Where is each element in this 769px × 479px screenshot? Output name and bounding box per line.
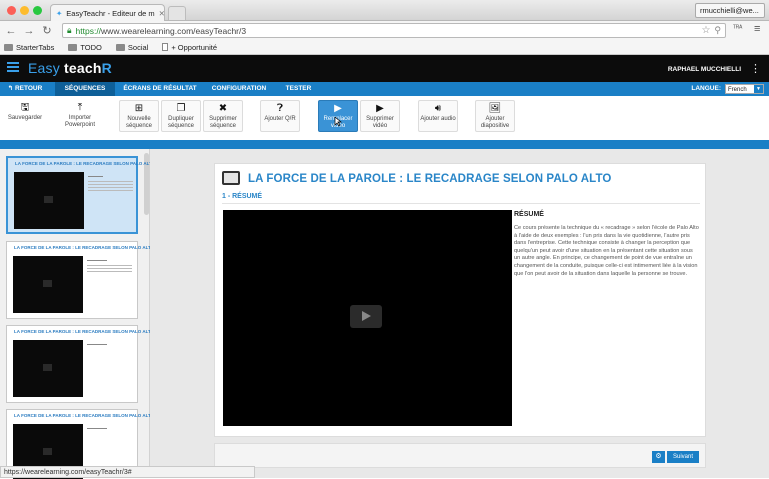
editor-footer xyxy=(214,443,706,468)
folder-icon xyxy=(4,43,13,51)
plus-square-icon: ⊞ xyxy=(134,103,144,114)
save-button[interactable]: 🖫 Sauvegarder xyxy=(5,100,45,132)
tab-favicon-icon: ✦ xyxy=(56,8,63,18)
browser-tab-active[interactable]: ✦ EasyTeachr - Editeur de m ✕ xyxy=(50,4,165,21)
upload-icon: ⤒ xyxy=(77,102,83,113)
app-logo[interactable]: Easy teachR xyxy=(28,60,112,76)
close-window-icon[interactable] xyxy=(7,6,16,15)
bookmark-social[interactable]: Social xyxy=(115,43,148,52)
more-options-icon[interactable]: ⋮ xyxy=(750,62,761,75)
main-menu: ↰ RETOUR SÉQUENCES ÉCRANS DE RÉSULTAT CO… xyxy=(0,82,769,96)
browser-titlebar: ✦ EasyTeachr - Editeur de m ✕ rmucchiell… xyxy=(0,0,769,21)
video-thumbnail xyxy=(13,340,83,397)
slide-thumbnail-title: LA FORCE DE LA PAROLE : LE RECADRAGE SEL… xyxy=(14,245,155,250)
slide-thumbnail[interactable]: LA FORCE DE LA PAROLE : LE RECADRAGE SEL… xyxy=(6,241,154,319)
video-thumbnail xyxy=(14,172,84,229)
next-button[interactable]: Suivant xyxy=(667,451,699,463)
bookmark-star-icon[interactable]: ☆ xyxy=(701,25,710,36)
slide-title[interactable]: LA FORCE DE LA PAROLE : LE RECADRAGE SEL… xyxy=(248,173,611,185)
replace-video-button[interactable]: ▶ Remplacer vidéo xyxy=(318,100,358,132)
bookmarks-bar: StarterTabs TODO Social + Opportunité xyxy=(0,40,769,55)
tab-title: EasyTeachr - Editeur de m xyxy=(66,8,155,18)
menu-back[interactable]: ↰ RETOUR xyxy=(0,82,50,96)
slide-thumbnail[interactable]: LA FORCE DE LA PAROLE : LE RECADRAGE SEL… xyxy=(6,156,155,234)
question-icon: ❓︎ xyxy=(276,103,283,114)
search-icon[interactable]: ⚲ xyxy=(714,25,721,36)
summary-heading[interactable]: RÉSUMÉ xyxy=(514,211,544,218)
copy-icon: ❐ xyxy=(176,103,186,114)
address-bar[interactable]: 🔒︎ https://www.wearelearning.com/easyTea… xyxy=(62,23,726,38)
add-audio-button[interactable]: 🔊︎ Ajouter audio xyxy=(418,100,458,132)
url-path: www.wearelearning.com/easyTeachr/3 xyxy=(101,25,247,36)
folder-icon xyxy=(115,43,125,51)
new-sequence-button[interactable]: ⊞ Nouvelle séquence xyxy=(119,100,159,132)
browser-menu-icon[interactable]: ≡ xyxy=(754,23,760,35)
folder-icon xyxy=(68,43,78,51)
minimize-window-icon[interactable] xyxy=(20,6,29,15)
profile-button[interactable]: rmucchielli@we... xyxy=(695,3,765,18)
slide-subtitle[interactable]: 1 - RÉSUMÉ xyxy=(222,193,262,200)
bookmark-opportunite[interactable]: + Opportunité xyxy=(162,43,217,52)
browser-status-url: https://wearelearning.com/easyTeachr/3# xyxy=(0,466,255,478)
back-arrow-icon[interactable]: ← xyxy=(5,25,17,37)
divider xyxy=(222,203,700,204)
speaker-icon: 🔊︎ xyxy=(434,103,442,114)
reload-icon[interactable]: ↻ xyxy=(41,24,53,37)
video-play-icon: ▶ xyxy=(376,103,384,114)
video-thumbnail xyxy=(13,256,83,313)
maximize-window-icon[interactable] xyxy=(33,6,42,15)
app-header: Easy teachR RAPHAEL MUCCHIELLI ⋮ xyxy=(0,55,769,82)
play-icon[interactable] xyxy=(350,305,382,328)
tab-test[interactable]: TESTER xyxy=(276,82,321,96)
delete-video-button[interactable]: ▶ Supprimer vidéo xyxy=(360,100,400,132)
lock-icon: 🔒︎ xyxy=(67,25,72,35)
extension-icon[interactable]: ᵀᴿᴬ xyxy=(733,25,742,32)
tab-sequences[interactable]: SÉQUENCES xyxy=(55,82,115,96)
add-slide-button[interactable]: 🖼︎ Ajouter diapositive xyxy=(475,100,515,132)
forward-arrow-icon[interactable]: → xyxy=(23,25,35,37)
duplicate-sequence-button[interactable]: ❐ Dupliquer séquence xyxy=(161,100,201,132)
chevron-down-icon: ▼ xyxy=(754,85,763,93)
slide-thumbnail-title: LA FORCE DE LA PAROLE : LE RECADRAGE SEL… xyxy=(15,161,156,166)
language-label: LANGUE: xyxy=(691,85,721,92)
settings-gear-icon[interactable]: ⚙ xyxy=(652,451,665,463)
import-powerpoint-button[interactable]: ⤒ Importer Powerpoint xyxy=(60,100,100,132)
image-icon: 🖼︎ xyxy=(488,103,502,114)
tab-configuration[interactable]: CONFIGURATION xyxy=(205,82,273,96)
summary-text[interactable]: Ce cours présente la technique du « reca… xyxy=(514,225,700,278)
slide-thumbnail-title: LA FORCE DE LA PAROLE : LE RECADRAGE SEL… xyxy=(14,413,155,418)
slide-thumbnail[interactable]: LA FORCE DE LA PAROLE : LE RECADRAGE SEL… xyxy=(6,325,154,403)
hamburger-menu-icon[interactable] xyxy=(7,62,19,72)
tab-result-screens[interactable]: ÉCRANS DE RÉSULTAT xyxy=(115,82,205,96)
add-qa-button[interactable]: ❓︎ Ajouter Q/R xyxy=(260,100,300,132)
page-icon xyxy=(162,43,169,51)
back-icon: ↰ xyxy=(7,85,15,92)
slide-thumbnail-title: LA FORCE DE LA PAROLE : LE RECADRAGE SEL… xyxy=(14,329,155,334)
bookmark-startertabs[interactable]: StarterTabs xyxy=(4,43,54,52)
tab-close-icon[interactable]: ✕ xyxy=(159,9,164,18)
delete-sequence-button[interactable]: ✖ Supprimer séquence xyxy=(203,100,243,132)
close-icon: ✖ xyxy=(218,103,228,114)
user-name[interactable]: RAPHAEL MUCCHIELLI xyxy=(668,66,741,73)
accent-strip xyxy=(0,140,769,149)
video-play-icon: ▶ xyxy=(334,103,342,114)
presentation-icon xyxy=(222,171,240,185)
new-tab-button[interactable] xyxy=(168,6,186,20)
url-scheme: https:// xyxy=(75,25,102,36)
save-icon: 🖫 xyxy=(20,102,30,113)
editor-toolbar: 🖫 Sauvegarder ⤒ Importer Powerpoint ⊞ Nouve… xyxy=(0,96,769,140)
bookmark-todo[interactable]: TODO xyxy=(68,43,102,52)
mouse-cursor-icon xyxy=(334,116,342,127)
language-select[interactable]: French ▼ xyxy=(725,84,764,94)
